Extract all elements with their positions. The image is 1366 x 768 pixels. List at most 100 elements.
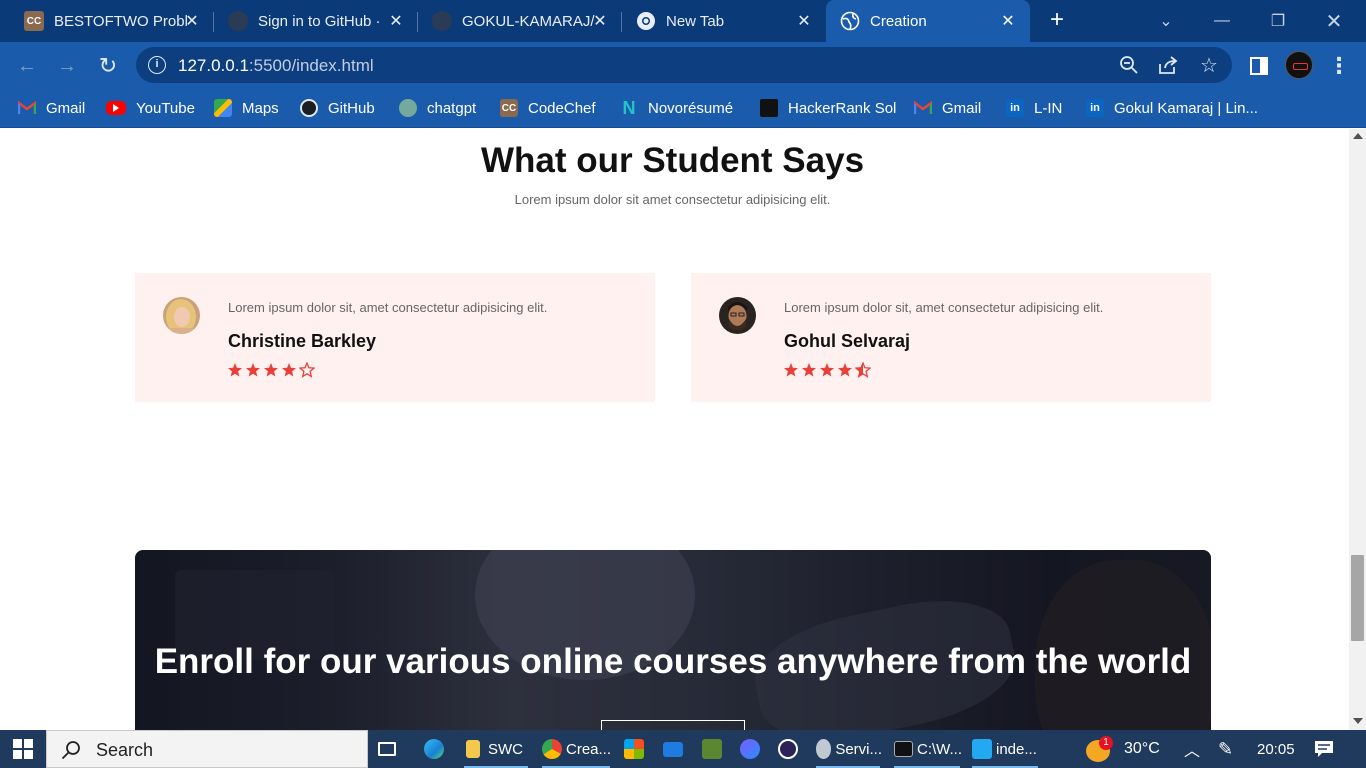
- taskbar-file-explorer[interactable]: SWC: [462, 730, 530, 768]
- chatgpt-icon: [399, 99, 417, 117]
- taskbar-search[interactable]: Search: [46, 730, 368, 768]
- eclipse-icon: [778, 739, 798, 759]
- close-icon[interactable]: ✕: [590, 11, 610, 31]
- tab-creation[interactable]: Creation ✕: [826, 0, 1030, 42]
- restore-button[interactable]: ❐: [1250, 0, 1306, 42]
- github-icon: [432, 11, 452, 31]
- taskbar-clipchamp[interactable]: [740, 730, 764, 768]
- bookmark-github[interactable]: GitHub: [300, 96, 375, 120]
- back-button[interactable]: ←: [12, 51, 42, 81]
- side-panel-icon[interactable]: [1244, 51, 1274, 81]
- bookmark-star-icon[interactable]: ☆: [1198, 55, 1220, 77]
- enroll-banner: Enroll for our various online courses an…: [135, 550, 1211, 730]
- tab-strip: CC BESTOFTWO Probl ✕ Sign in to GitHub ·…: [0, 0, 1366, 42]
- bookmark-gmail-2[interactable]: Gmail: [914, 96, 981, 120]
- store-icon: [624, 739, 644, 759]
- star-half-icon: [855, 362, 871, 378]
- notifications-icon[interactable]: [1314, 730, 1334, 768]
- star-full-icon: [246, 363, 260, 377]
- linkedin-icon: in: [1006, 99, 1024, 117]
- bookmark-gokul-linkedin[interactable]: in Gokul Kamaraj | Lin...: [1086, 96, 1258, 120]
- mail-icon: [663, 741, 683, 757]
- taskbar-store[interactable]: [624, 730, 648, 768]
- testimonials-title: What our Student Says: [480, 141, 865, 180]
- scroll-down-arrow-icon[interactable]: [1353, 718, 1363, 724]
- url-text[interactable]: 127.0.0.1:5500/index.html: [178, 56, 374, 76]
- tab-search-icon[interactable]: ⌄: [1138, 0, 1194, 42]
- testimonial-name: Christine Barkley: [228, 331, 377, 351]
- bookmark-l-in[interactable]: in L-IN: [1006, 96, 1062, 120]
- bookmark-chatgpt[interactable]: chatgpt: [399, 96, 476, 120]
- new-tab-button[interactable]: +: [1044, 8, 1070, 34]
- close-window-button[interactable]: ✕: [1306, 0, 1362, 42]
- globe-icon: [840, 11, 860, 31]
- tab-gokul-kamaraj[interactable]: GOKUL-KAMARAJ/ ✕: [418, 0, 622, 42]
- linkedin-icon: in: [1086, 99, 1104, 117]
- zoom-icon[interactable]: [1118, 55, 1140, 77]
- github-icon: [228, 11, 248, 31]
- hackerrank-icon: [760, 99, 778, 117]
- close-icon[interactable]: ✕: [998, 11, 1018, 31]
- codechef-icon: CC: [24, 11, 44, 31]
- tab-github-signin[interactable]: Sign in to GitHub · ✕: [214, 0, 418, 42]
- clock[interactable]: 20:05: [1257, 730, 1295, 768]
- weather-widget[interactable]: 1 30°C: [1084, 730, 1160, 768]
- clipchamp-icon: [740, 739, 760, 759]
- taskbar-cmd[interactable]: C:\W...: [892, 730, 962, 768]
- taskbar-services[interactable]: Servi...: [814, 730, 882, 768]
- bookmarks-bar: Gmail YouTube Maps GitHub chatgpt CC Cod…: [0, 88, 1366, 128]
- chrome-icon: [636, 11, 656, 31]
- taskbar-mail[interactable]: [663, 730, 687, 768]
- start-button[interactable]: [0, 730, 46, 768]
- task-view-icon: [378, 742, 396, 756]
- taskbar-edge[interactable]: [424, 730, 448, 768]
- maps-icon: [214, 99, 232, 117]
- profile-avatar[interactable]: [1285, 51, 1313, 79]
- gmail-icon: [18, 99, 36, 117]
- taskbar-eclipse[interactable]: [778, 730, 802, 768]
- tray-chevron-icon[interactable]: ︿: [1184, 730, 1200, 768]
- tab-title: New Tab: [666, 12, 725, 30]
- avatar: [719, 297, 756, 334]
- avatar: [163, 297, 200, 334]
- share-icon[interactable]: [1157, 55, 1179, 77]
- scrollbar-thumb[interactable]: [1351, 555, 1364, 641]
- tab-title: Sign in to GitHub ·: [258, 12, 381, 30]
- taskbar-chrome[interactable]: Crea...: [540, 730, 612, 768]
- address-bar[interactable]: i 127.0.0.1:5500/index.html ☆: [136, 47, 1232, 83]
- codechef-icon: CC: [500, 99, 518, 117]
- bookmark-hackerrank[interactable]: HackerRank Sol: [760, 96, 896, 120]
- tab-new-tab[interactable]: New Tab ✕: [622, 0, 826, 42]
- novoresume-icon: N: [622, 97, 636, 118]
- close-icon[interactable]: ✕: [386, 11, 406, 31]
- bookmark-gmail[interactable]: Gmail: [18, 96, 85, 120]
- taskbar-vscode[interactable]: inde...: [970, 730, 1040, 768]
- minimize-button[interactable]: —: [1194, 0, 1250, 42]
- site-info-icon[interactable]: i: [148, 56, 166, 74]
- task-view-button[interactable]: [378, 730, 400, 768]
- star-full-icon: [228, 363, 242, 377]
- folder-icon: [466, 740, 480, 758]
- close-icon[interactable]: ✕: [794, 11, 814, 31]
- page-scrollbar[interactable]: [1349, 129, 1366, 730]
- testimonials-subtitle: Lorem ipsum dolor sit amet consectetur a…: [514, 192, 831, 207]
- bookmark-codechef[interactable]: CC CodeChef: [500, 96, 596, 120]
- bookmark-youtube[interactable]: YouTube: [106, 96, 195, 120]
- services-icon: [816, 739, 832, 759]
- star-full-icon: [784, 363, 798, 377]
- reload-button[interactable]: ↻: [93, 51, 123, 81]
- testimonial-card: Lorem ipsum dolor sit, amet consectetur …: [691, 273, 1211, 402]
- minecraft-icon: [702, 739, 722, 759]
- forward-button[interactable]: →: [52, 51, 82, 81]
- search-label: Search: [96, 740, 154, 760]
- taskbar-minecraft[interactable]: [702, 730, 726, 768]
- bookmark-maps[interactable]: Maps: [214, 96, 279, 120]
- banner-cta-button[interactable]: [601, 720, 745, 730]
- menu-kebab-icon[interactable]: ⋮: [1324, 51, 1354, 81]
- close-icon[interactable]: ✕: [182, 11, 202, 31]
- scroll-up-arrow-icon[interactable]: [1353, 133, 1363, 139]
- bookmark-novoresume[interactable]: N Novorésumé: [620, 96, 734, 120]
- pen-icon[interactable]: ✎: [1218, 730, 1233, 768]
- tab-title: GOKUL-KAMARAJ/: [462, 12, 595, 30]
- tab-bestoftwo[interactable]: CC BESTOFTWO Probl ✕: [0, 0, 214, 42]
